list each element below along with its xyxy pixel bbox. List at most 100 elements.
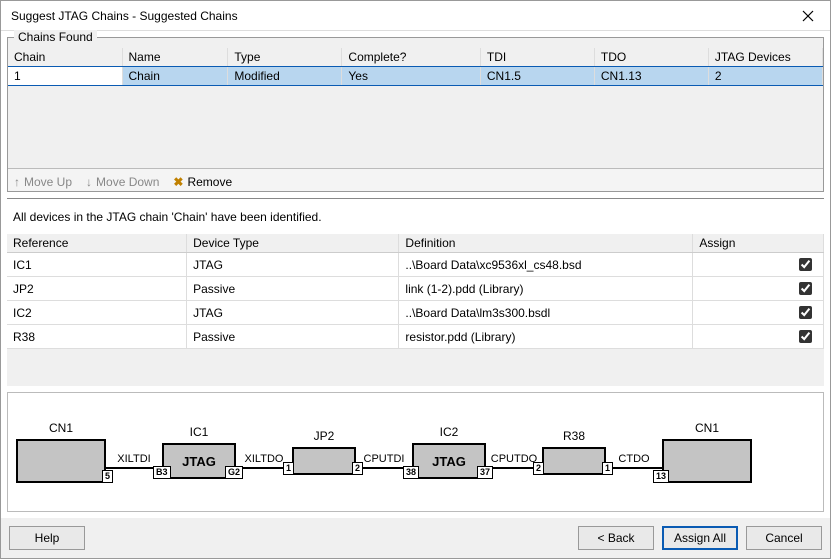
col-type[interactable]: Type: [228, 48, 342, 67]
cell-complete: Yes: [342, 67, 480, 86]
help-button[interactable]: Help: [9, 526, 85, 550]
dia-rect: JTAG B3 G2: [162, 443, 236, 479]
footer: Help < Back Assign All Cancel: [1, 518, 830, 558]
device-row[interactable]: JP2 Passive link (1-2).pdd (Library): [7, 277, 824, 301]
arrow-up-icon: ↑: [14, 176, 20, 188]
cell-def: link (1-2).pdd (Library): [399, 277, 693, 301]
dia-pin: 37: [477, 466, 493, 479]
cell-type: Passive: [187, 325, 399, 349]
device-row[interactable]: IC2 JTAG ..\Board Data\lm3s300.bsdl: [7, 301, 824, 325]
assign-checkbox[interactable]: [799, 330, 812, 343]
cell-type: Modified: [228, 67, 342, 86]
dia-pin: 2: [352, 462, 363, 475]
cell-type: Passive: [187, 277, 399, 301]
col-complete[interactable]: Complete?: [342, 48, 480, 67]
cell-tdi: CN1.5: [480, 67, 594, 86]
col-device-type[interactable]: Device Type: [187, 234, 399, 253]
dia-pin: 5: [102, 470, 113, 483]
dia-label: IC2: [440, 425, 459, 439]
dia-pin: B3: [153, 466, 171, 479]
col-tdi[interactable]: TDI: [480, 48, 594, 67]
remove-button[interactable]: ✖ Remove: [173, 175, 232, 189]
chains-toolbar: ↑ Move Up ↓ Move Down ✖ Remove: [8, 168, 823, 191]
dia-pin: 38: [403, 466, 419, 479]
assign-checkbox[interactable]: [799, 282, 812, 295]
cell-type: JTAG: [187, 301, 399, 325]
dia-rect: JTAG 38 37: [412, 443, 486, 479]
cell-ref: JP2: [7, 277, 187, 301]
dia-pin: 1: [602, 462, 613, 475]
cell-devices: 2: [708, 67, 822, 86]
back-button[interactable]: < Back: [578, 526, 654, 550]
cell-type: JTAG: [187, 253, 399, 277]
cell-def: resistor.pdd (Library): [399, 325, 693, 349]
dia-block-ic2: IC2 JTAG 38 37: [412, 425, 486, 479]
arrow-down-icon: ↓: [86, 176, 92, 188]
device-row[interactable]: IC1 JTAG ..\Board Data\xc9536xl_cs48.bsd: [7, 253, 824, 277]
dia-net-label: CPUTDI: [364, 453, 405, 465]
col-tdo[interactable]: TDO: [594, 48, 708, 67]
chains-table[interactable]: Chain Name Type Complete? TDI TDO JTAG D…: [8, 48, 823, 85]
remove-label: Remove: [187, 175, 232, 189]
chains-found-legend: Chains Found: [14, 30, 97, 44]
col-definition[interactable]: Definition: [399, 234, 693, 253]
dia-pin: G2: [225, 466, 243, 479]
dia-jtag-text: JTAG: [432, 454, 466, 469]
cell-tdo: CN1.13: [594, 67, 708, 86]
col-jtag-devices[interactable]: JTAG Devices: [708, 48, 822, 67]
dia-pin: 1: [283, 462, 294, 475]
devices-panel: Reference Device Type Definition Assign …: [7, 234, 824, 386]
dia-rect: 1 2: [292, 447, 356, 475]
cell-name: Chain: [122, 67, 228, 86]
move-down-button: ↓ Move Down: [86, 175, 159, 189]
dia-net-label: XILTDO: [245, 453, 284, 465]
dia-block-cn1-left: CN1 5: [16, 421, 106, 483]
cancel-button[interactable]: Cancel: [746, 526, 822, 550]
separator: [7, 198, 824, 200]
dia-pin: 13: [653, 470, 669, 483]
col-name[interactable]: Name: [122, 48, 228, 67]
dia-rect: 2 1: [542, 447, 606, 475]
move-up-label: Move Up: [24, 175, 72, 189]
content: Chains Found Chain Name Type Complete? T…: [1, 31, 830, 518]
dia-net-label: XILTDI: [117, 453, 150, 465]
assign-checkbox[interactable]: [799, 258, 812, 271]
devices-header-row: Reference Device Type Definition Assign: [7, 234, 824, 253]
assign-all-button[interactable]: Assign All: [662, 526, 738, 550]
dia-net-label: CTDO: [618, 453, 649, 465]
chain-diagram[interactable]: CN1 5 XILTDI IC1 JTAG B3 G2: [7, 392, 824, 512]
dia-label: CN1: [695, 421, 719, 435]
close-icon: [802, 10, 814, 22]
window: Suggest JTAG Chains - Suggested Chains C…: [0, 0, 831, 559]
dia-block-r38: R38 2 1: [542, 429, 606, 475]
dia-net-label: CPUTDO: [491, 453, 537, 465]
cell-ref: R38: [7, 325, 187, 349]
col-assign[interactable]: Assign: [693, 234, 824, 253]
dia-net: XILTDI: [106, 435, 162, 469]
cell-def: ..\Board Data\xc9536xl_cs48.bsd: [399, 253, 693, 277]
window-title: Suggest JTAG Chains - Suggested Chains: [11, 9, 785, 23]
dia-label: IC1: [190, 425, 209, 439]
col-reference[interactable]: Reference: [7, 234, 187, 253]
close-button[interactable]: [785, 1, 830, 31]
devices-table[interactable]: Reference Device Type Definition Assign …: [7, 234, 824, 349]
move-down-label: Move Down: [96, 175, 159, 189]
move-up-button: ↑ Move Up: [14, 175, 72, 189]
dia-pin: 2: [533, 462, 544, 475]
remove-icon: ✖: [173, 175, 183, 189]
cell-ref: IC2: [7, 301, 187, 325]
dia-net: CPUTDI: [356, 435, 412, 469]
dia-label: R38: [563, 429, 585, 443]
chain-row[interactable]: 1 Chain Modified Yes CN1.5 CN1.13 2: [8, 67, 823, 86]
titlebar: Suggest JTAG Chains - Suggested Chains: [1, 1, 830, 31]
chains-found-group: Chains Found Chain Name Type Complete? T…: [7, 37, 824, 192]
dia-net: CTDO: [606, 435, 662, 469]
col-chain[interactable]: Chain: [8, 48, 122, 67]
dia-block-cn1-right: CN1 13: [662, 421, 752, 483]
dia-jtag-text: JTAG: [182, 454, 216, 469]
dia-block-ic1: IC1 JTAG B3 G2: [162, 425, 236, 479]
assign-checkbox[interactable]: [799, 306, 812, 319]
dia-block-jp2: JP2 1 2: [292, 429, 356, 475]
device-row[interactable]: R38 Passive resistor.pdd (Library): [7, 325, 824, 349]
cell-def: ..\Board Data\lm3s300.bsdl: [399, 301, 693, 325]
